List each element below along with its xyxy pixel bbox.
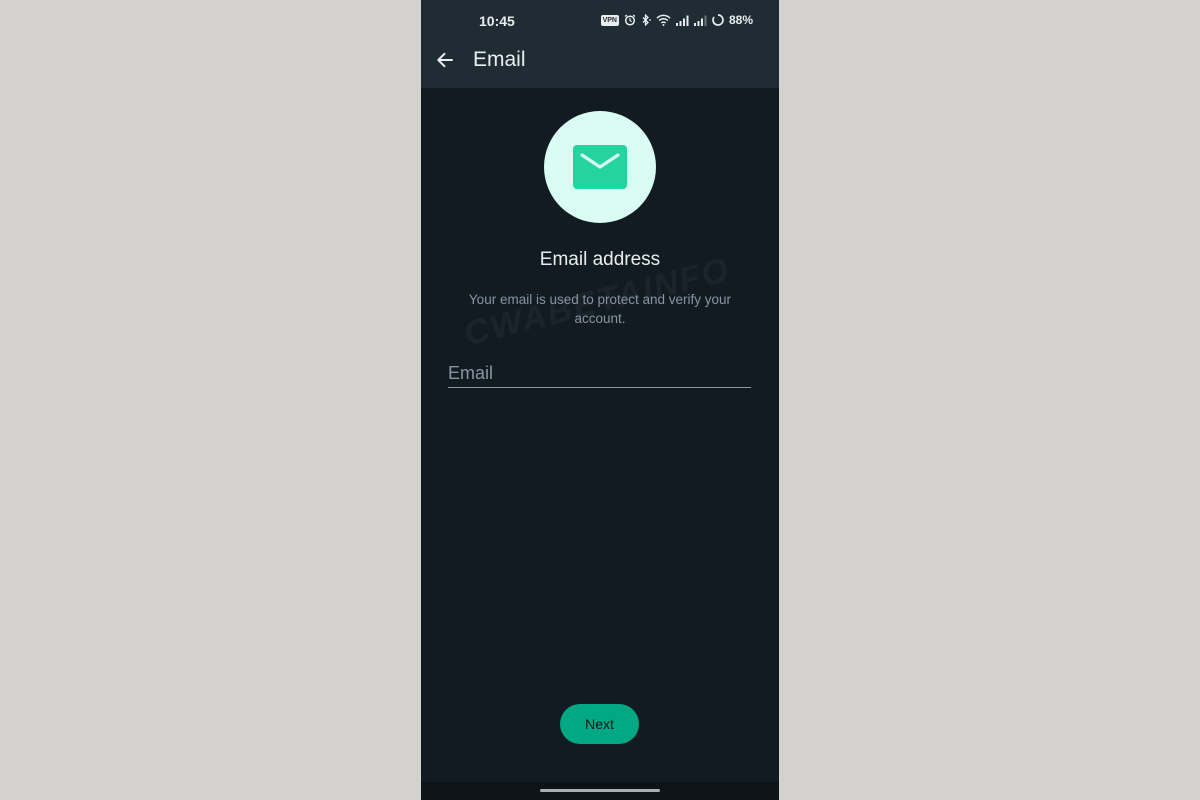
email-field [448,360,751,388]
battery-percentage: 88% [728,13,753,27]
battery-saver-icon [712,14,724,26]
alarm-icon [624,14,636,26]
top-app-bar: 10:45 VPN 88% Email [421,0,779,88]
status-icons: VPN 88% [600,12,753,28]
envelope-badge [544,111,656,223]
screenshot-backdrop: 10:45 VPN 88% Email Email address Your e… [0,0,1200,800]
description-text: Your email is used to protect and verify… [468,292,732,326]
back-button[interactable] [431,46,459,74]
app-header: Email [421,40,779,88]
email-setup-content: CWABETAINFO Email address Your email is … [421,88,779,800]
home-indicator[interactable] [540,789,660,792]
status-time: 10:45 [479,13,515,29]
vpn-icon: VPN [600,14,619,26]
section-title: Email address [539,249,661,270]
bluetooth-icon [642,14,651,26]
status-bar: 10:45 VPN 88% [421,0,779,40]
envelope-icon [573,145,627,189]
signal-icon-2 [693,15,707,26]
signal-icon [675,15,689,26]
page-title: Email [473,48,526,71]
system-nav-bar [421,782,779,800]
phone-screen: 10:45 VPN 88% Email Email address Your e… [421,0,779,800]
wifi-icon [656,14,671,26]
email-input[interactable] [448,360,751,386]
next-button[interactable]: Next [560,704,639,744]
arrow-left-icon [437,52,453,68]
